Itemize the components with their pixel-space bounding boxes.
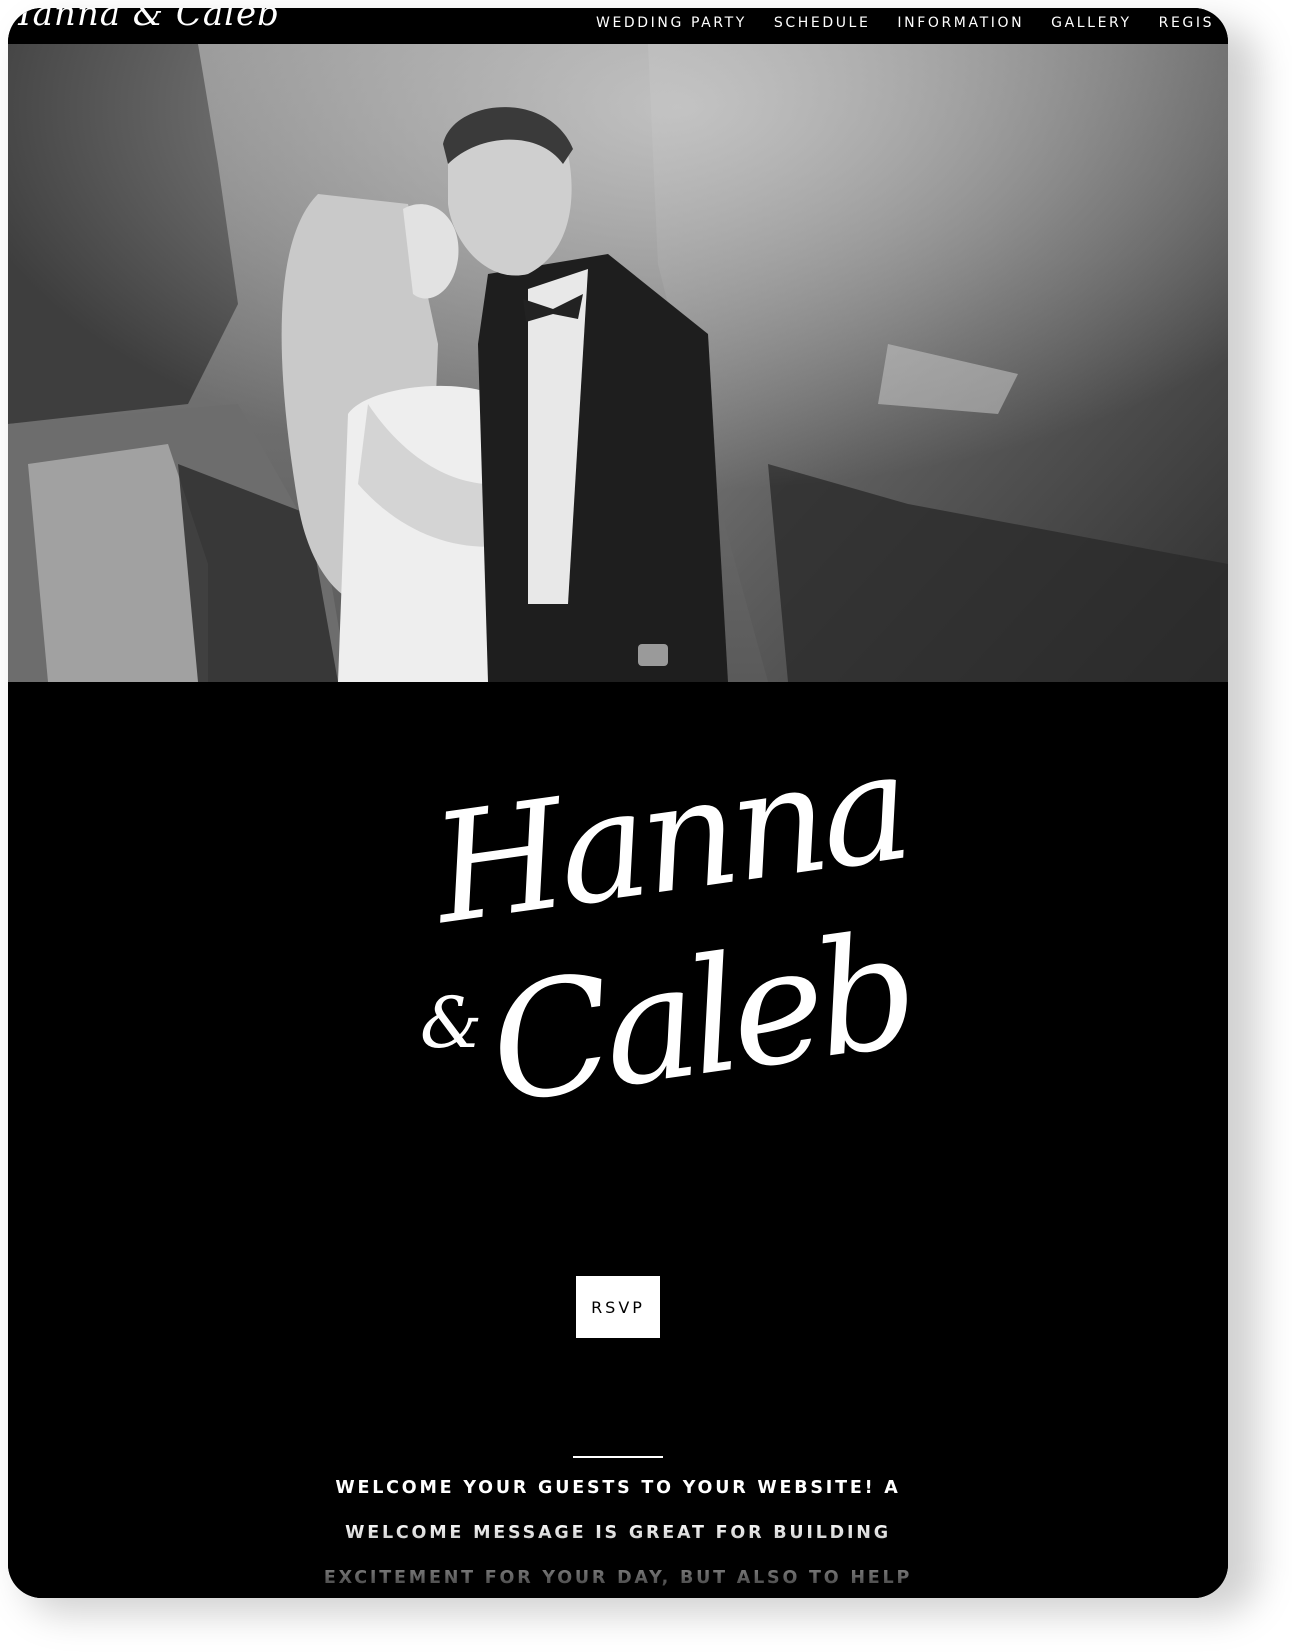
main-nav: WEDDING PARTY SCHEDULE INFORMATION GALLE… (596, 8, 1214, 38)
nav-gallery[interactable]: GALLERY (1051, 8, 1131, 38)
section-divider (573, 1456, 663, 1458)
main-content: Hanna & Caleb RSVP WELCOME YOUR GUESTS T… (8, 682, 1228, 1598)
scroll-fade-overlay (8, 1522, 1228, 1598)
site-logo[interactable]: Hanna & Caleb (8, 8, 280, 34)
hero-photo (8, 44, 1228, 682)
nav-wedding-party[interactable]: WEDDING PARTY (596, 8, 747, 38)
nav-schedule[interactable]: SCHEDULE (774, 8, 871, 38)
couple-photo-illustration (8, 44, 1228, 682)
top-navigation-bar: Hanna & Caleb WEDDING PARTY SCHEDULE INF… (8, 8, 1228, 44)
couple-ampersand: & (420, 982, 483, 1064)
browser-screen: Hanna & Caleb WEDDING PARTY SCHEDULE INF… (8, 8, 1228, 1598)
nav-information[interactable]: INFORMATION (897, 8, 1024, 38)
nav-registry[interactable]: REGIS (1159, 8, 1214, 38)
rsvp-button[interactable]: RSVP (576, 1276, 660, 1338)
